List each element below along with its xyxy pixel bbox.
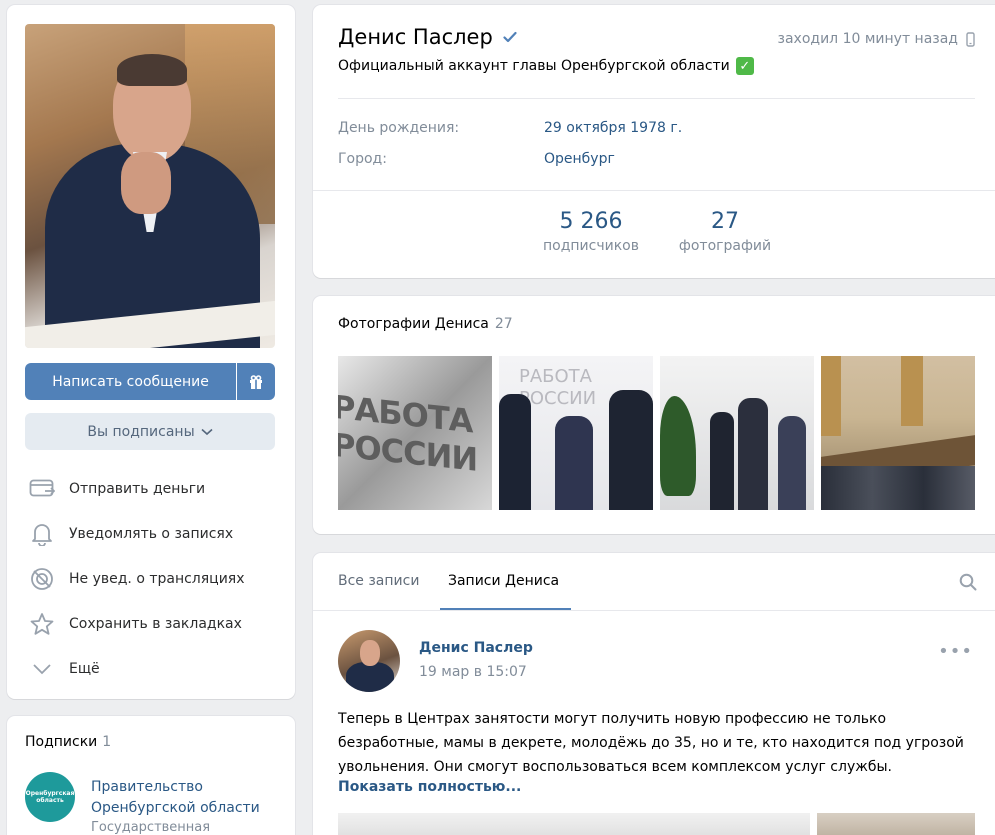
photo-sign-text: РАБОТА РОССИИ	[338, 387, 478, 479]
wall-block: Все записи Записи Дениса Денис Паслер 19…	[313, 553, 995, 835]
photo-thumbnail[interactable]	[660, 356, 814, 510]
write-message-button[interactable]: Написать сообщение	[25, 363, 236, 400]
subscriptions-header[interactable]: Подписки 1	[25, 734, 111, 750]
message-button-group: Написать сообщение	[25, 363, 275, 400]
more-options-icon[interactable]: •••	[938, 641, 973, 662]
counter-number: 27	[711, 209, 739, 234]
profile-name-row: Денис Паслер	[338, 25, 517, 49]
counter-number: 5 266	[559, 209, 623, 234]
gift-button[interactable]	[237, 363, 275, 400]
action-label: Сохранить в закладках	[69, 616, 242, 632]
photo-thumbnail[interactable]: РАБОТА РОССИИ	[499, 356, 653, 510]
check-mark-icon: ✓	[735, 57, 754, 75]
divider	[313, 190, 995, 191]
show-more-link[interactable]: Показать полностью...	[338, 779, 521, 795]
logo-text: Оренбургская область	[25, 790, 75, 804]
city-value[interactable]: Оренбург	[544, 151, 615, 167]
post-author-name[interactable]: Денис Паслер	[419, 640, 533, 656]
verified-icon[interactable]	[503, 31, 517, 43]
action-label: Отправить деньги	[69, 481, 206, 497]
subscribed-button[interactable]: Вы подписаны	[25, 413, 275, 450]
chevron-down-icon	[201, 428, 213, 435]
post-timestamp[interactable]: 19 мар в 15:07	[419, 664, 527, 680]
photos-title: Фотографии Дениса	[338, 316, 489, 332]
action-send-money[interactable]: Отправить деньги	[27, 474, 205, 504]
action-broadcast-off[interactable]: Не увед. о трансляциях	[27, 564, 245, 594]
star-icon	[27, 609, 57, 639]
action-label: Ещё	[69, 661, 100, 677]
profile-avatar[interactable]	[25, 24, 275, 348]
online-status: заходил 10 минут назад	[778, 31, 975, 47]
followers-counter[interactable]: 5 266 подписчиков	[541, 209, 641, 254]
post-image[interactable]	[817, 813, 975, 835]
city-label: Город:	[338, 151, 387, 167]
counter-label: подписчиков	[543, 238, 639, 254]
photo-thumbnail[interactable]: РАБОТА РОССИИ	[338, 356, 492, 510]
profile-info-card: Денис Паслер Официальный аккаунт главы О…	[313, 5, 995, 278]
action-label: Не увед. о трансляциях	[69, 571, 245, 587]
action-bookmark[interactable]: Сохранить в закладках	[27, 609, 242, 639]
broadcast-off-icon	[27, 564, 57, 594]
photos-header[interactable]: Фотографии Дениса 27	[338, 316, 513, 332]
counter-label: фотографий	[678, 238, 772, 254]
government-logo[interactable]: Оренбургская область	[25, 772, 75, 822]
gift-icon	[250, 374, 262, 389]
mobile-icon	[966, 31, 975, 47]
tab-all-posts[interactable]: Все записи	[338, 573, 419, 589]
post-author-avatar[interactable]	[338, 630, 400, 692]
subscribed-label: Вы подписаны	[87, 423, 195, 440]
profile-status: Официальный аккаунт главы Оренбургской о…	[338, 57, 754, 75]
profile-sidebar: Написать сообщение Вы подписаны Отправит…	[7, 5, 295, 699]
subscription-name-line1: Правительство	[91, 779, 203, 795]
subscriptions-title: Подписки	[25, 734, 98, 750]
subscription-name-line2: Оренбургской области	[91, 800, 260, 816]
search-icon[interactable]	[959, 573, 977, 591]
action-notify-posts[interactable]: Уведомлять о записях	[27, 519, 233, 549]
divider	[338, 98, 975, 99]
action-more[interactable]: Ещё	[27, 654, 100, 684]
subscription-item-name[interactable]: Правительство Оренбургской области	[91, 777, 260, 819]
profile-name: Денис Паслер	[338, 25, 493, 49]
chevron-down-icon	[27, 654, 57, 684]
online-text: заходил 10 минут назад	[777, 31, 958, 47]
subscriptions-count: 1	[102, 734, 112, 750]
post-image[interactable]	[338, 813, 810, 835]
subscription-item-type: Государственная	[91, 820, 211, 835]
divider	[313, 610, 995, 611]
birthday-value[interactable]: 29 октября 1978 г.	[544, 120, 682, 136]
status-text: Официальный аккаунт главы Оренбургской о…	[338, 58, 730, 74]
photos-counter[interactable]: 27 фотографий	[675, 209, 775, 254]
subscriptions-block: Подписки 1 Оренбургская область Правитель…	[7, 716, 295, 835]
photos-count: 27	[494, 316, 513, 332]
action-label: Уведомлять о записях	[69, 526, 234, 542]
bell-icon	[27, 519, 57, 549]
photos-block: Фотографии Дениса 27 РАБОТА РОССИИ РАБОТА…	[313, 296, 995, 534]
birthday-label: День рождения:	[338, 120, 460, 136]
photo-thumbnail[interactable]	[821, 356, 975, 510]
money-transfer-icon	[27, 474, 57, 504]
tab-own-posts[interactable]: Записи Дениса	[448, 573, 559, 589]
post-text: Теперь в Центрах занятости могут получит…	[338, 711, 964, 775]
